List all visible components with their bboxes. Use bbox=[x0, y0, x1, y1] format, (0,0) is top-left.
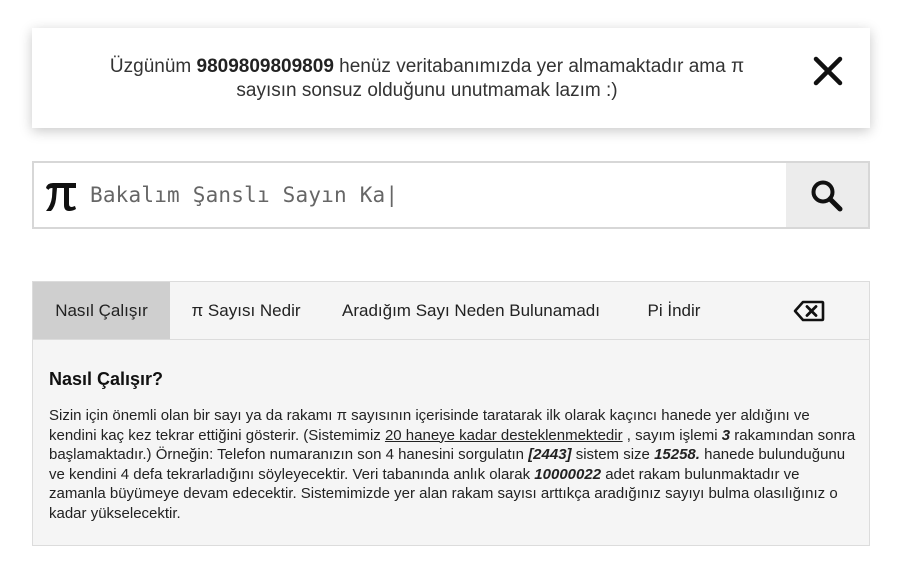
close-icon[interactable] bbox=[812, 55, 844, 87]
tab-how-it-works[interactable]: Nasıl Çalışır bbox=[33, 282, 170, 339]
search-button[interactable] bbox=[786, 163, 868, 227]
content-title: Nasıl Çalışır? bbox=[49, 369, 164, 389]
not-found-alert: Üzgünüm 9809809809809 henüz veritabanımı… bbox=[32, 28, 870, 128]
body-text-4: sistem size bbox=[571, 446, 655, 463]
example-number: [2443] bbox=[528, 446, 572, 463]
info-panel: Nasıl Çalışır π Sayısı Nedir Aradığım Sa… bbox=[32, 281, 870, 546]
support-limit-link[interactable]: 20 haneye kadar desteklenmektedir bbox=[385, 427, 623, 444]
alert-number: 9809809809809 bbox=[196, 56, 334, 77]
search-input[interactable] bbox=[90, 175, 770, 215]
content-body: Sizin için önemli olan bir sayı ya da ra… bbox=[49, 406, 859, 523]
pi-icon bbox=[44, 177, 78, 213]
tab-why-not-found[interactable]: Aradığım Sayı Neden Bulunamadı bbox=[322, 282, 620, 339]
digit-count: 10000022 bbox=[534, 465, 602, 483]
alert-text-before: Üzgünüm bbox=[109, 56, 197, 77]
tab-download-pi[interactable]: Pi İndir bbox=[620, 282, 728, 339]
example-position: 15258. bbox=[654, 446, 700, 463]
search-box bbox=[32, 161, 870, 229]
tab-bar: Nasıl Çalışır π Sayısı Nedir Aradığım Sa… bbox=[33, 282, 869, 340]
backspace-icon[interactable] bbox=[793, 300, 825, 322]
body-text-2: , sayım işlemi bbox=[622, 426, 722, 444]
number-start: 3 bbox=[721, 426, 731, 444]
alert-message: Üzgünüm 9809809809809 henüz veritabanımı… bbox=[82, 55, 772, 103]
search-icon bbox=[811, 180, 843, 212]
tab-what-is-pi[interactable]: π Sayısı Nedir bbox=[170, 282, 322, 339]
